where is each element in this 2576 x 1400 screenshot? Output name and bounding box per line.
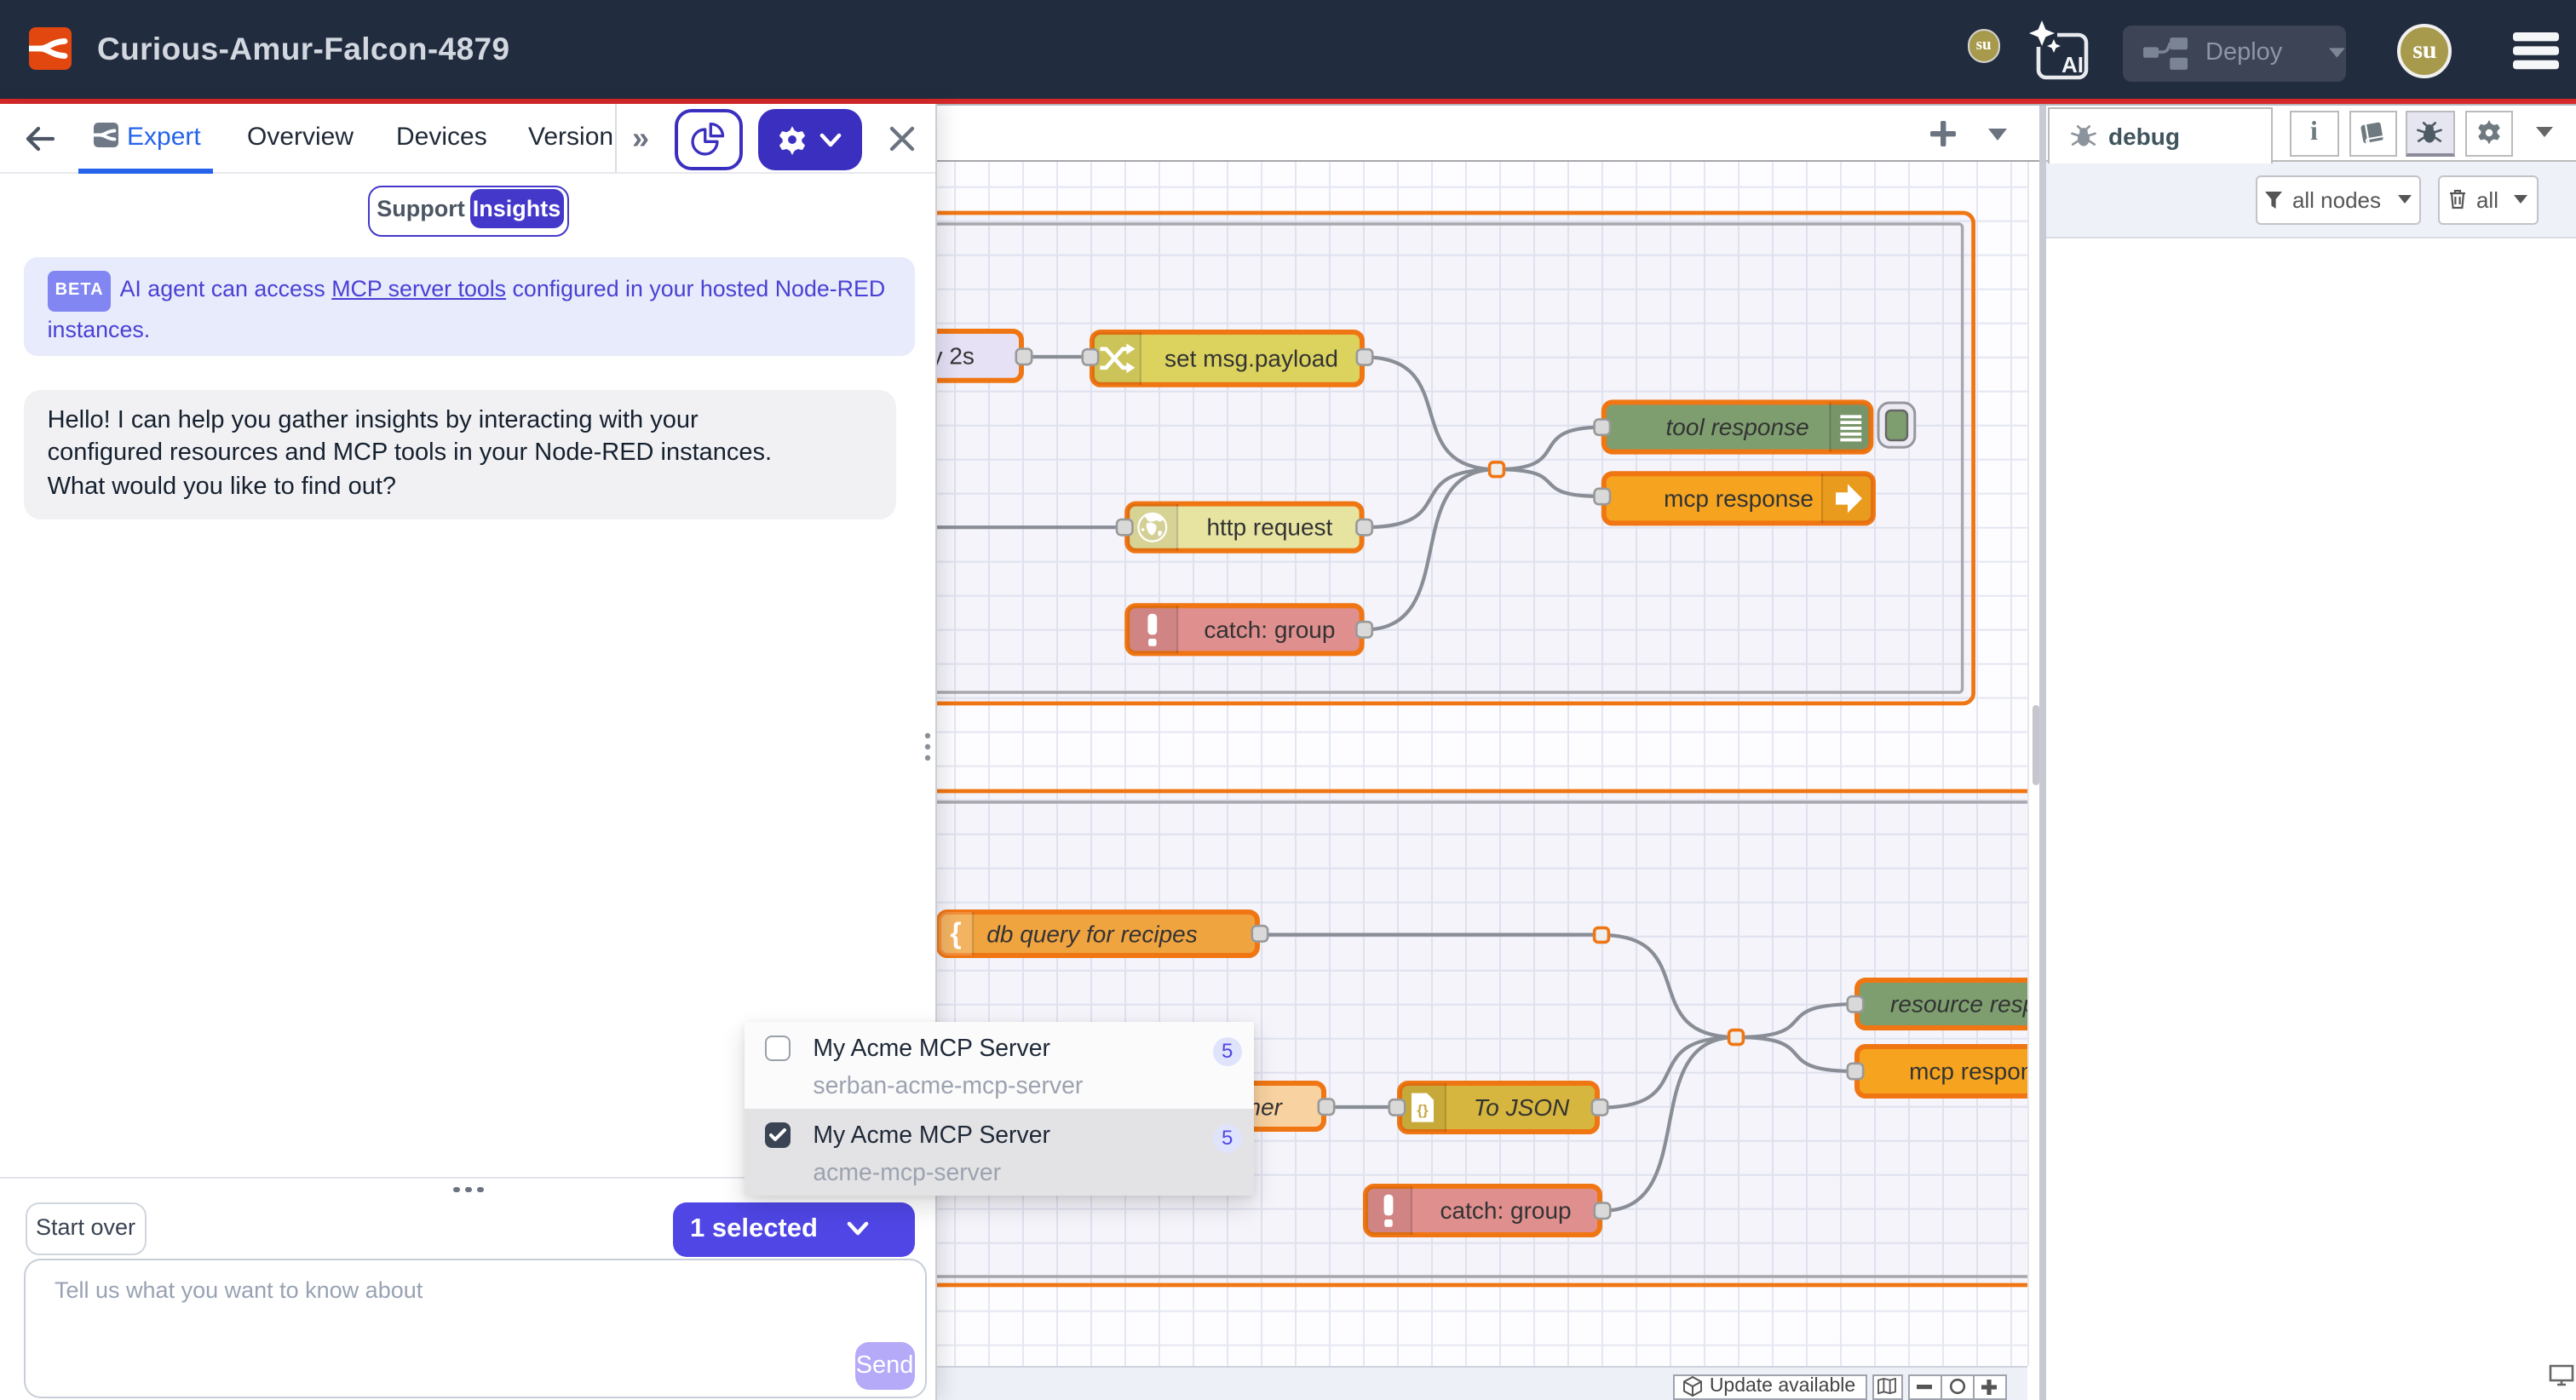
svg-text:AI: AI — [2061, 52, 2084, 77]
svg-text:resource response: resource response — [1890, 990, 2027, 1017]
svg-text:every 2s: every 2s — [937, 341, 975, 368]
svg-text:catch: group: catch: group — [1440, 1196, 1572, 1223]
svg-text:mcp response: mcp response — [1909, 1058, 2027, 1084]
svg-text:set msg.payload: set msg.payload — [1164, 344, 1338, 370]
svg-text:{: { — [950, 917, 961, 950]
svg-text:catch: group: catch: group — [1204, 616, 1335, 642]
svg-text:To JSON: To JSON — [1474, 1093, 1570, 1120]
svg-text:{}: {} — [1417, 1101, 1429, 1117]
svg-text:db query for recipes: db query for recipes — [986, 921, 1197, 947]
svg-text:mcp response: mcp response — [1664, 485, 1814, 511]
svg-text:http request: http request — [1206, 514, 1332, 540]
svg-text:tool response: tool response — [1666, 413, 1809, 439]
